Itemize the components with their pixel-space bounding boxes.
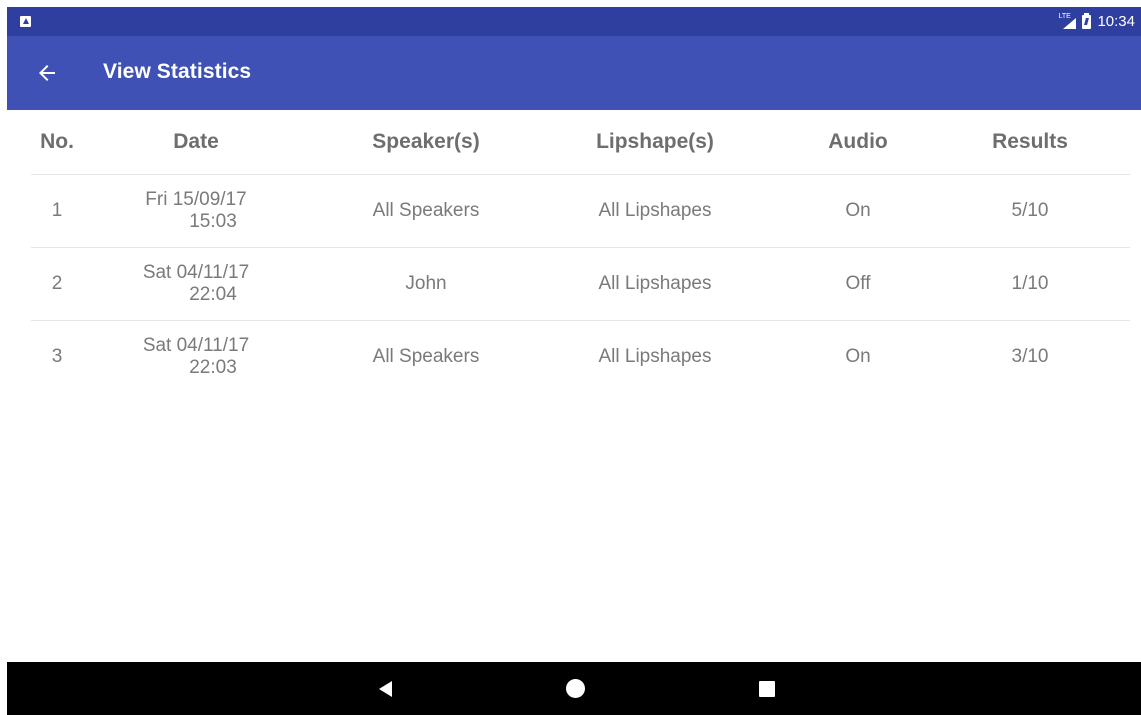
cell-date: Sat 04/11/17 22:04 xyxy=(143,248,249,320)
battery-icon xyxy=(1082,12,1092,29)
status-time: 10:34 xyxy=(1097,13,1135,30)
cell-date: Fri 15/09/17 15:03 xyxy=(145,175,246,247)
status-bar: LTE 10:34 xyxy=(7,7,1141,36)
cell-speakers: All Speakers xyxy=(372,346,480,367)
table-row[interactable]: 3 Sat 04/11/17 22:03 All Speakers All Li… xyxy=(31,321,1130,393)
cell-results: 1/10 xyxy=(1011,273,1049,294)
nav-back-icon[interactable] xyxy=(377,679,397,699)
table-header-row: No. Date Speaker(s) Lipshape(s) Audio Re… xyxy=(31,110,1130,175)
header-speakers: Speaker(s) xyxy=(372,130,480,153)
nav-home-icon[interactable] xyxy=(566,679,585,698)
cell-date-time: 15:03 xyxy=(189,211,237,232)
cell-no: 3 xyxy=(51,346,63,367)
nav-recents-icon[interactable] xyxy=(759,681,775,697)
page-title: View Statistics xyxy=(103,60,252,83)
cell-date-day: Sat 04/11/17 xyxy=(142,335,250,356)
cell-speakers: John xyxy=(405,273,447,294)
cell-lipshapes: All Lipshapes xyxy=(598,273,712,294)
header-lipshapes: Lipshape(s) xyxy=(596,130,714,153)
header-date: Date xyxy=(173,130,219,153)
cell-date-time: 22:04 xyxy=(189,284,237,305)
cell-audio: Off xyxy=(845,273,871,294)
table-row[interactable]: 2 Sat 04/11/17 22:04 John All Lipshapes … xyxy=(31,248,1130,321)
table-row[interactable]: 1 Fri 15/09/17 15:03 All Speakers All Li… xyxy=(31,175,1130,248)
cell-speakers: All Speakers xyxy=(372,200,480,221)
cell-audio: On xyxy=(845,346,871,367)
cell-no: 1 xyxy=(51,200,63,221)
cell-results: 5/10 xyxy=(1011,200,1049,221)
signal-strength-icon xyxy=(1063,17,1077,29)
navigation-bar xyxy=(7,662,1141,715)
cell-date-day: Sat 04/11/17 xyxy=(142,262,250,283)
statistics-table: No. Date Speaker(s) Lipshape(s) Audio Re… xyxy=(31,110,1130,393)
cell-lipshapes: All Lipshapes xyxy=(598,346,712,367)
cell-no: 2 xyxy=(51,273,63,294)
cell-audio: On xyxy=(845,200,871,221)
cell-lipshapes: All Lipshapes xyxy=(598,200,712,221)
header-audio: Audio xyxy=(828,130,888,153)
cell-results: 3/10 xyxy=(1011,346,1049,367)
app-bar: View Statistics xyxy=(7,36,1141,110)
cell-date-time: 22:03 xyxy=(189,357,237,378)
cell-date-day: Fri 15/09/17 xyxy=(145,189,247,210)
status-indicators: LTE 10:34 xyxy=(1058,7,1135,36)
notification-a-icon xyxy=(20,16,31,27)
lte-signal-icon: LTE xyxy=(1058,13,1077,29)
header-no: No. xyxy=(40,130,74,153)
cell-date: Sat 04/11/17 22:03 xyxy=(143,321,249,393)
app-screen: LTE 10:34 View Statistics No. Date Speak… xyxy=(7,7,1141,715)
arrow-left-icon xyxy=(39,65,55,81)
header-results: Results xyxy=(992,130,1068,153)
back-button[interactable] xyxy=(35,61,59,85)
